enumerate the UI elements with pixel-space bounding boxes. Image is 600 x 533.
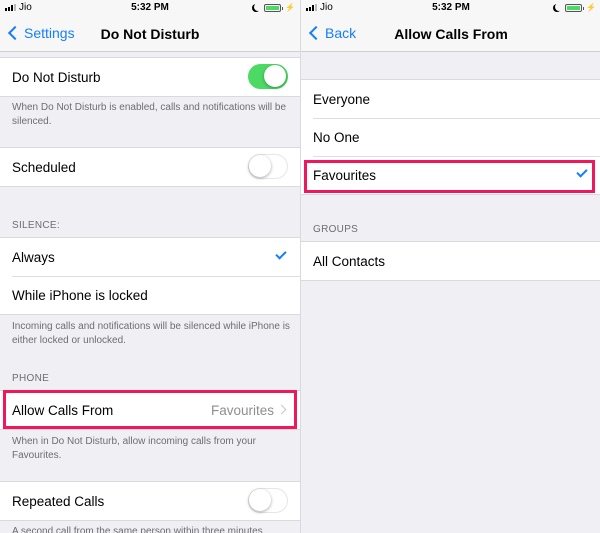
allow-calls-from-row[interactable]: Allow Calls From Favourites <box>0 391 300 429</box>
silence-header: SILENCE: <box>12 220 60 231</box>
option-label: All Contacts <box>313 253 386 269</box>
allow-calls-value: Favourites <box>210 402 274 418</box>
dnd-group: Do Not Disturb <box>0 57 300 97</box>
repeated-footer: A second call from the same person withi… <box>12 526 263 533</box>
silence-group: Always While iPhone is locked <box>0 237 300 315</box>
repeated-group: Repeated Calls <box>0 481 300 521</box>
moon-icon <box>555 3 563 11</box>
option-label: Always <box>12 249 55 265</box>
phone-group: Allow Calls From Favourites <box>0 390 300 430</box>
dnd-footer: When Do Not Disturb is enabled, calls an… <box>12 102 287 127</box>
group-all-contacts[interactable]: All Contacts <box>301 242 600 280</box>
status-bar: Jio 5:32 PM ⚡ <box>0 0 300 17</box>
silence-option-locked[interactable]: While iPhone is locked <box>0 276 300 314</box>
dnd-row: Do Not Disturb <box>0 58 300 96</box>
phone-header: PHONE <box>12 373 50 384</box>
option-label: No One <box>313 129 360 145</box>
groups-list: All Contacts <box>301 241 600 281</box>
scheduled-group: Scheduled <box>0 147 300 187</box>
scheduled-toggle[interactable] <box>248 154 288 179</box>
nav-bar: Back Allow Calls From <box>301 17 600 52</box>
repeated-calls-toggle[interactable] <box>248 488 288 513</box>
chevron-left-icon <box>308 25 324 41</box>
allow-calls-label: Allow Calls From <box>12 402 114 418</box>
scheduled-row: Scheduled <box>0 148 300 186</box>
battery-icon <box>264 3 284 12</box>
back-label: Settings <box>24 25 75 41</box>
option-everyone[interactable]: Everyone <box>301 80 600 118</box>
option-label: Everyone <box>313 91 371 107</box>
dnd-label: Do Not Disturb <box>12 69 101 85</box>
silence-option-always[interactable]: Always <box>0 238 300 276</box>
checkmark-icon <box>576 166 588 178</box>
back-label: Back <box>325 25 357 41</box>
phone-footer: When in Do Not Disturb, allow incoming c… <box>12 436 256 461</box>
checkmark-icon <box>275 248 287 260</box>
silence-footer: Incoming calls and notifications will be… <box>12 321 290 346</box>
back-button[interactable]: Back <box>308 25 356 41</box>
allow-calls-options: Everyone No One Favourites <box>301 79 600 195</box>
charging-icon: ⚡ <box>586 3 596 12</box>
dnd-toggle[interactable] <box>248 64 288 89</box>
repeated-calls-row: Repeated Calls <box>0 482 300 520</box>
option-label: Favourites <box>313 167 377 183</box>
option-no-one[interactable]: No One <box>301 118 600 156</box>
moon-icon <box>254 3 262 11</box>
chevron-right-icon <box>276 404 287 415</box>
scheduled-label: Scheduled <box>12 159 76 175</box>
repeated-label: Repeated Calls <box>12 493 105 509</box>
do-not-disturb-screen: Jio 5:32 PM ⚡ Settings Do Not Disturb Do… <box>0 0 300 533</box>
groups-header: GROUPS <box>313 224 359 235</box>
charging-icon: ⚡ <box>285 3 295 12</box>
back-button[interactable]: Settings <box>7 25 75 41</box>
battery-icon <box>565 3 585 12</box>
allow-calls-from-screen: Jio 5:32 PM ⚡ Back Allow Calls From Ever… <box>300 0 600 533</box>
status-bar: Jio 5:32 PM ⚡ <box>301 0 600 17</box>
option-favourites[interactable]: Favourites <box>301 156 600 194</box>
nav-bar: Settings Do Not Disturb <box>0 17 300 52</box>
chevron-left-icon <box>7 25 23 41</box>
option-label: While iPhone is locked <box>12 287 148 303</box>
